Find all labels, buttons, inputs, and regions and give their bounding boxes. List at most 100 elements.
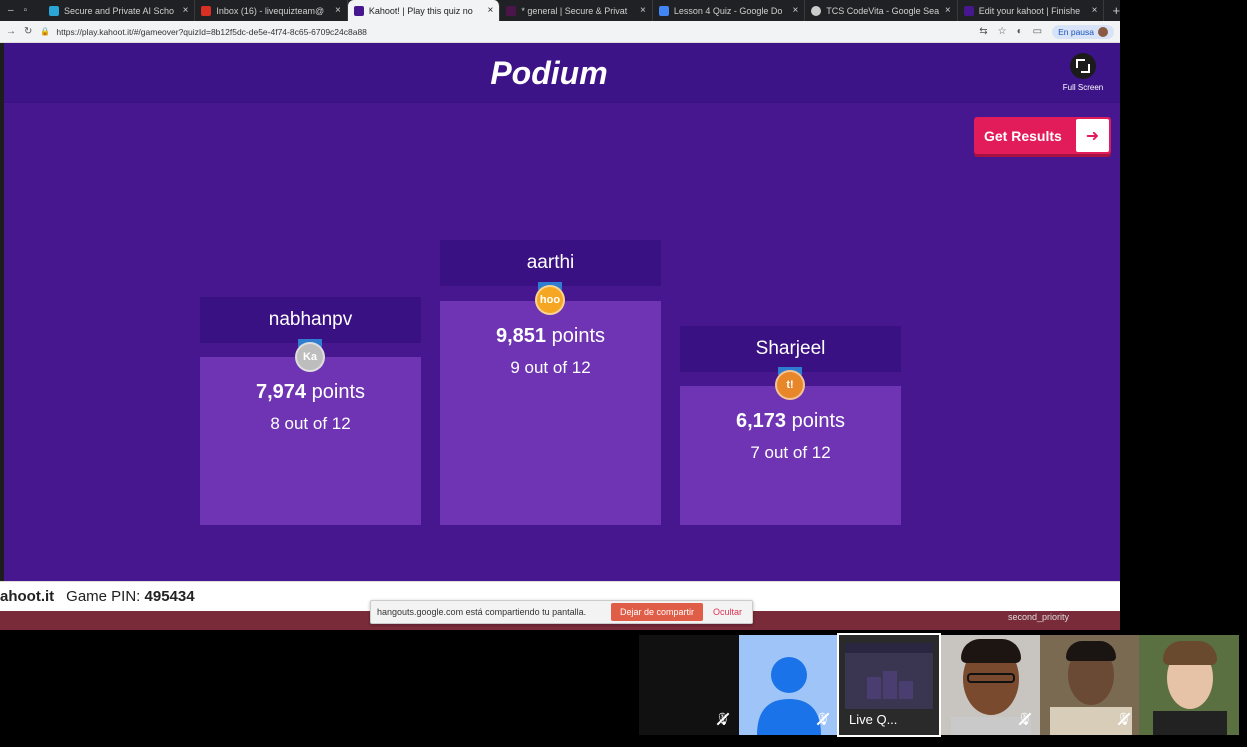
tab-favicon-icon [201,5,212,16]
browser-tab[interactable]: Lesson 4 Quiz - Google Do × [653,0,806,21]
points-unit: points [791,410,845,432]
points-unit: points [551,325,605,347]
gold-medal-icon: hoo [535,285,565,315]
participant-glasses [967,673,1015,683]
tab-title: Kahoot! | Play this quiz no [368,5,473,16]
tab-title: Secure and Private AI Scho [63,5,175,16]
window-tooltip: second_priority [1008,612,1070,622]
participant-tile[interactable]: 🎙 [639,635,739,735]
points-value: 7,974 [256,381,307,403]
browser-toolbar: ⇆ ☆ ◐ ▭ En pausa [979,24,1114,39]
cast-icon[interactable]: ▭ [1033,26,1042,37]
kahoot-page: Podium Full Screen Get Results ➜ nabhanp… [4,43,1120,581]
maximize-icon[interactable]: ▫ [24,5,28,16]
correct-count: 9 out of 12 [510,358,591,377]
fullscreen-label: Full Screen [1062,83,1104,92]
podium-pillar-first: 9,851 points 9 out of 12 [440,301,661,525]
profile-avatar [1098,26,1108,37]
translate-icon[interactable]: ⇆ [979,26,987,37]
correct-count: 7 out of 12 [750,443,831,462]
mic-muted-icon: 🎙 [715,712,731,726]
profile-paused-chip[interactable]: En pausa [1052,24,1114,39]
export-arrow-icon: ➜ [1076,119,1109,152]
medal-text: t! [786,379,794,391]
podium-name-second: nabhanpv [200,297,421,343]
participant-hair [1163,641,1217,665]
get-results-label: Get Results [984,127,1062,144]
mic-muted-icon: 🎙 [1116,712,1132,726]
participant-tile[interactable] [1139,635,1239,735]
address-bar: → ↻ 🔒 https://play.kahoot.it/#/gameover?… [0,21,1120,43]
browser-tab[interactable]: Edit your kahoot | Finishe × [958,0,1105,21]
participant-tile[interactable]: 🎙 [739,635,839,735]
hide-notice-button[interactable]: Ocultar [709,607,746,617]
participant-tile[interactable]: 🎙 [1040,635,1140,735]
browser-tab[interactable]: TCS CodeVita - Google Sea × [805,0,958,21]
presentation-tile[interactable]: Live Q... [837,633,941,737]
close-tab-icon[interactable]: × [1092,5,1098,16]
tab-title: * general | Secure & Privat [521,5,628,16]
browser-tab[interactable]: Secure and Private AI Scho × [43,0,196,21]
points-value: 9,851 [496,325,547,347]
podium-name-third: Sharjeel [680,326,901,372]
close-tab-icon[interactable]: × [183,5,189,16]
stop-sharing-button[interactable]: Dejar de compartir [610,603,703,621]
close-tab-icon[interactable]: × [945,5,951,16]
page-title: Podium [490,55,608,91]
bookmark-star-icon[interactable]: ☆ [998,26,1007,37]
silver-medal-icon: Ka [295,342,325,372]
game-pin-value: 495434 [144,588,195,605]
minimize-icon[interactable]: – [8,5,14,16]
tab-favicon-icon [963,5,974,16]
browser-tab[interactable]: Inbox (16) - livequizteam@ × [195,0,348,21]
tab-title: TCS CodeVita - Google Sea [826,5,940,16]
close-tab-icon[interactable]: × [792,5,798,16]
extension-icon[interactable]: ◐ [1017,26,1023,37]
url-field[interactable]: 🔒 https://play.kahoot.it/#/gameover?quiz… [40,27,971,37]
close-tab-icon[interactable]: × [335,5,341,16]
tab-favicon-icon [658,5,669,16]
tab-title: Edit your kahoot | Finishe [978,5,1081,16]
close-tab-icon[interactable]: × [640,5,646,16]
points-value: 6,173 [736,410,787,432]
meeting-participant-strip: 🎙 🎙 Live Q... 🎙 🎙 [0,630,1247,747]
reload-icon[interactable]: ↻ [24,26,32,37]
points-display: 6,173 points [680,410,901,433]
points-display: 9,851 points [440,325,661,348]
presentation-label: Live Q... [849,712,898,727]
screen-share-notice: hangouts.google.com está compartiendo tu… [370,600,753,624]
get-results-button[interactable]: Get Results ➜ [974,117,1111,154]
player-name: aarthi [526,252,575,273]
new-tab-icon[interactable]: + [1104,3,1120,18]
close-tab-icon[interactable]: × [488,5,494,16]
share-notice-message: hangouts.google.com está compartiendo tu… [377,607,587,617]
url-text: https://play.kahoot.it/#/gameover?quizId… [56,26,367,37]
podium-name-first: aarthi [440,240,661,286]
correct-count: 8 out of 12 [270,414,351,433]
participant-hair [1066,641,1116,661]
lock-icon: 🔒 [40,27,51,36]
fullscreen-icon [1070,53,1096,79]
forward-icon[interactable]: → [6,26,16,37]
window-controls: – ▫ [0,5,43,16]
fullscreen-button[interactable]: Full Screen [1058,53,1108,92]
thumbnail-pillar [867,677,881,699]
medal-text: Ka [302,351,318,363]
participant-hair [961,639,1021,663]
browser-tab-active[interactable]: Kahoot! | Play this quiz no × [347,0,501,21]
presentation-thumbnail [845,643,933,709]
player-name: nabhanpv [268,309,353,330]
tab-title: Lesson 4 Quiz - Google Do [673,5,783,16]
page-header: Podium Full Screen [4,43,1120,103]
tab-title: Inbox (16) - livequizteam@ [216,5,325,16]
brand-logo: ahoot.it [0,588,55,605]
game-pin: Game PIN: 495434 [66,588,194,605]
tab-favicon-icon [811,5,822,16]
thumbnail-pillar [883,671,897,699]
bronze-medal-icon: t! [775,370,805,400]
browser-tab[interactable]: * general | Secure & Privat × [500,0,653,21]
player-name: Sharjeel [755,338,826,359]
mic-muted-icon: 🎙 [815,712,831,726]
points-display: 7,974 points [200,381,421,404]
participant-tile[interactable]: 🎙 [941,635,1041,735]
